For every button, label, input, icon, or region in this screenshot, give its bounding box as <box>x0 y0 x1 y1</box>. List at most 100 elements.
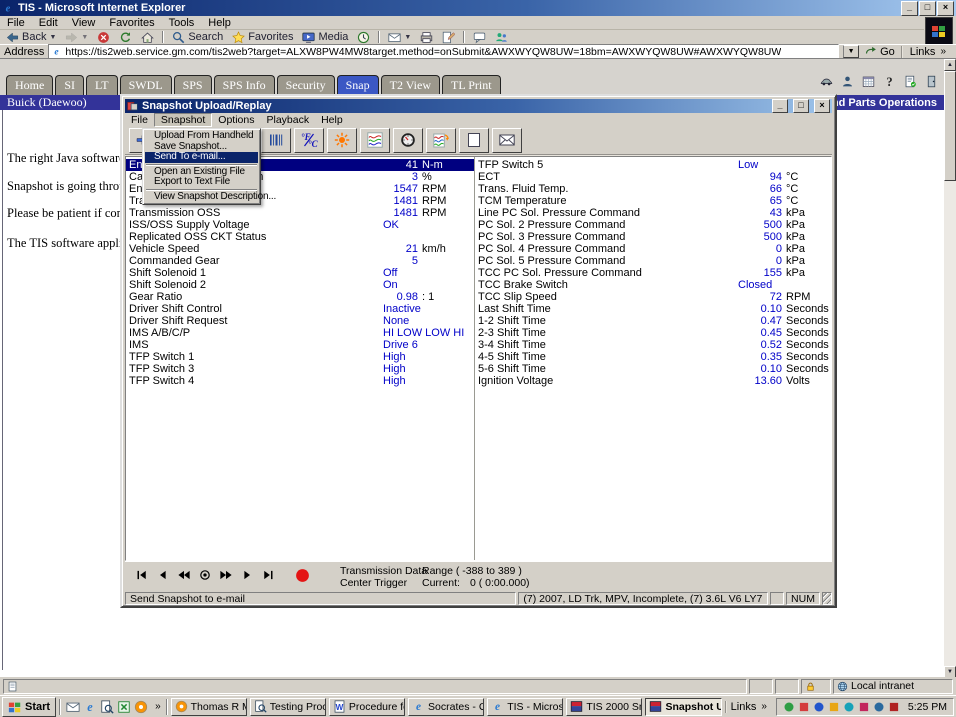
quick-launch-notes-icon[interactable] <box>134 700 148 714</box>
menu-item-send-to-e-mail[interactable]: Send To e-mail... <box>145 152 258 163</box>
param-row[interactable]: Driver Shift RequestNone <box>126 315 474 327</box>
param-row[interactable]: TFP Switch 5Low <box>475 159 832 171</box>
messenger-button[interactable] <box>491 30 512 44</box>
task-thomas-r-martin-inbox[interactable]: Thomas R Martin - Inbox... <box>171 698 247 716</box>
param-row[interactable]: PC Sol. 3 Pressure Command500kPa <box>475 231 832 243</box>
scroll-up-icon[interactable]: ▲ <box>944 59 956 71</box>
media-button[interactable]: Media <box>298 30 352 44</box>
menu-view[interactable]: View <box>65 17 103 29</box>
close-button[interactable]: × <box>937 1 954 16</box>
tray-icon-3[interactable] <box>813 701 825 713</box>
tab-security[interactable]: Security <box>277 75 335 95</box>
step-forward-button[interactable] <box>238 566 255 584</box>
edit-button[interactable] <box>438 30 459 44</box>
tray-icon-2[interactable] <box>798 701 810 713</box>
line-graph-tool[interactable] <box>360 128 390 153</box>
task-testing-procedures[interactable]: Testing Procedures <box>250 698 326 716</box>
calendar-icon[interactable] <box>862 75 875 91</box>
tray-icon-5[interactable] <box>843 701 855 713</box>
param-row[interactable]: Vehicle Speed21km/h <box>126 243 474 255</box>
param-row[interactable]: TFP Switch 3High <box>126 363 474 375</box>
tab-tl-print[interactable]: TL Print <box>442 75 501 95</box>
stop-button[interactable] <box>93 30 114 44</box>
param-row[interactable]: TCC PC Sol. Pressure Command155kPa <box>475 267 832 279</box>
back-button[interactable]: Back▼ <box>2 30 60 44</box>
param-row[interactable]: PC Sol. 2 Pressure Command500kPa <box>475 219 832 231</box>
tab-t2-view[interactable]: T2 View <box>381 75 440 95</box>
snapshot-maximize-button[interactable]: □ <box>793 99 809 113</box>
menu-edit[interactable]: Edit <box>32 17 65 29</box>
fc-toggle-tool[interactable]: °F°C <box>294 128 324 153</box>
car-icon[interactable] <box>820 75 833 91</box>
quick-launch-mail-icon[interactable] <box>66 700 80 714</box>
param-row[interactable]: Ignition Voltage13.60Volts <box>475 375 832 387</box>
gauge-tool[interactable] <box>393 128 423 153</box>
go-button[interactable]: Go <box>863 46 897 58</box>
tab-lt[interactable]: LT <box>86 75 118 95</box>
quick-launch-excel-icon[interactable] <box>117 700 131 714</box>
discuss-button[interactable] <box>469 30 490 44</box>
tray-icon-7[interactable] <box>873 701 885 713</box>
param-row[interactable]: PC Sol. 4 Pressure Command0kPa <box>475 243 832 255</box>
param-row[interactable]: ECT94°C <box>475 171 832 183</box>
cert-icon[interactable] <box>904 75 917 91</box>
task-socrates-global-micro[interactable]: eSocrates - Global - Micro... <box>408 698 484 716</box>
blank-page-tool[interactable] <box>459 128 489 153</box>
task-procedure-for-taking-sn[interactable]: WProcedure for Taking Sn... <box>329 698 405 716</box>
tray-icon-1[interactable] <box>783 701 795 713</box>
tab-snap[interactable]: Snap <box>337 75 379 95</box>
param-row[interactable]: 4-5 Shift Time0.35Seconds <box>475 351 832 363</box>
step-back-button[interactable] <box>154 566 171 584</box>
param-row[interactable]: 3-4 Shift Time0.52Seconds <box>475 339 832 351</box>
user-icon[interactable] <box>841 75 854 91</box>
center-trigger-button[interactable] <box>196 566 213 584</box>
scroll-thumb[interactable] <box>944 71 956 181</box>
quick-launch-overflow-icon[interactable]: » <box>153 701 163 712</box>
sun-tool[interactable] <box>327 128 357 153</box>
menu-file[interactable]: File <box>0 17 32 29</box>
favorites-button[interactable]: Favorites <box>228 30 297 44</box>
snapshot-close-button[interactable]: × <box>814 99 830 113</box>
minimize-button[interactable]: _ <box>901 1 918 16</box>
task-tis-microsoft-internet[interactable]: eTIS - Microsoft Internet ... <box>487 698 563 716</box>
task-snapshot-upload-re[interactable]: Snapshot Upload/Re... <box>645 698 721 716</box>
rewind-button[interactable] <box>175 566 192 584</box>
tray-icon-6[interactable] <box>858 701 870 713</box>
param-row[interactable]: TCM Temperature65°C <box>475 195 832 207</box>
param-row[interactable]: TCC Brake SwitchClosed <box>475 279 832 291</box>
forward-button[interactable]: ▼ <box>61 30 92 44</box>
tab-home[interactable]: Home <box>6 75 53 95</box>
refresh-button[interactable] <box>115 30 136 44</box>
param-row[interactable]: IMS A/B/C/PHI LOW LOW HI <box>126 327 474 339</box>
page-scrollbar[interactable]: ▲ ▼ <box>944 59 956 678</box>
param-row[interactable]: TFP Switch 1High <box>126 351 474 363</box>
menu-item-upload-from-handheld[interactable]: Upload From Handheld <box>145 131 258 142</box>
quick-launch-ie-icon[interactable]: e <box>83 700 97 714</box>
param-row[interactable]: Transmission OSS1481RPM <box>126 207 474 219</box>
param-row[interactable]: Line PC Sol. Pressure Command43kPa <box>475 207 832 219</box>
param-row[interactable]: Gear Ratio0.98: 1 <box>126 291 474 303</box>
snapshot-menu-help[interactable]: Help <box>315 114 349 126</box>
menu-item-view-snapshot-description[interactable]: View Snapshot Description... <box>145 192 258 203</box>
param-row[interactable]: Shift Solenoid 2On <box>126 279 474 291</box>
menu-tools[interactable]: Tools <box>162 17 202 29</box>
param-row[interactable]: 2-3 Shift Time0.45Seconds <box>475 327 832 339</box>
snapshot-menu-options[interactable]: Options <box>212 114 260 126</box>
barcode-tool[interactable] <box>261 128 291 153</box>
search-button[interactable]: Search <box>168 30 227 44</box>
menu-item-export-to-text-file[interactable]: Export to Text File <box>145 177 258 188</box>
param-row[interactable]: IMSDrive 6 <box>126 339 474 351</box>
door-icon[interactable] <box>925 75 938 91</box>
graph-record-tool[interactable] <box>426 128 456 153</box>
tab-sps[interactable]: SPS <box>174 75 212 95</box>
param-row[interactable]: 1-2 Shift Time0.47Seconds <box>475 315 832 327</box>
param-row[interactable]: Shift Solenoid 1Off <box>126 267 474 279</box>
param-row[interactable]: 5-6 Shift Time0.10Seconds <box>475 363 832 375</box>
fast-forward-button[interactable] <box>217 566 234 584</box>
menu-favorites[interactable]: Favorites <box>102 17 161 29</box>
print-button[interactable] <box>416 30 437 44</box>
param-row[interactable]: PC Sol. 5 Pressure Command0kPa <box>475 255 832 267</box>
restore-button[interactable]: □ <box>919 1 936 16</box>
address-input[interactable]: e https://tis2web.service.gm.com/tis2web… <box>48 44 839 59</box>
seek-start-button[interactable] <box>133 566 150 584</box>
